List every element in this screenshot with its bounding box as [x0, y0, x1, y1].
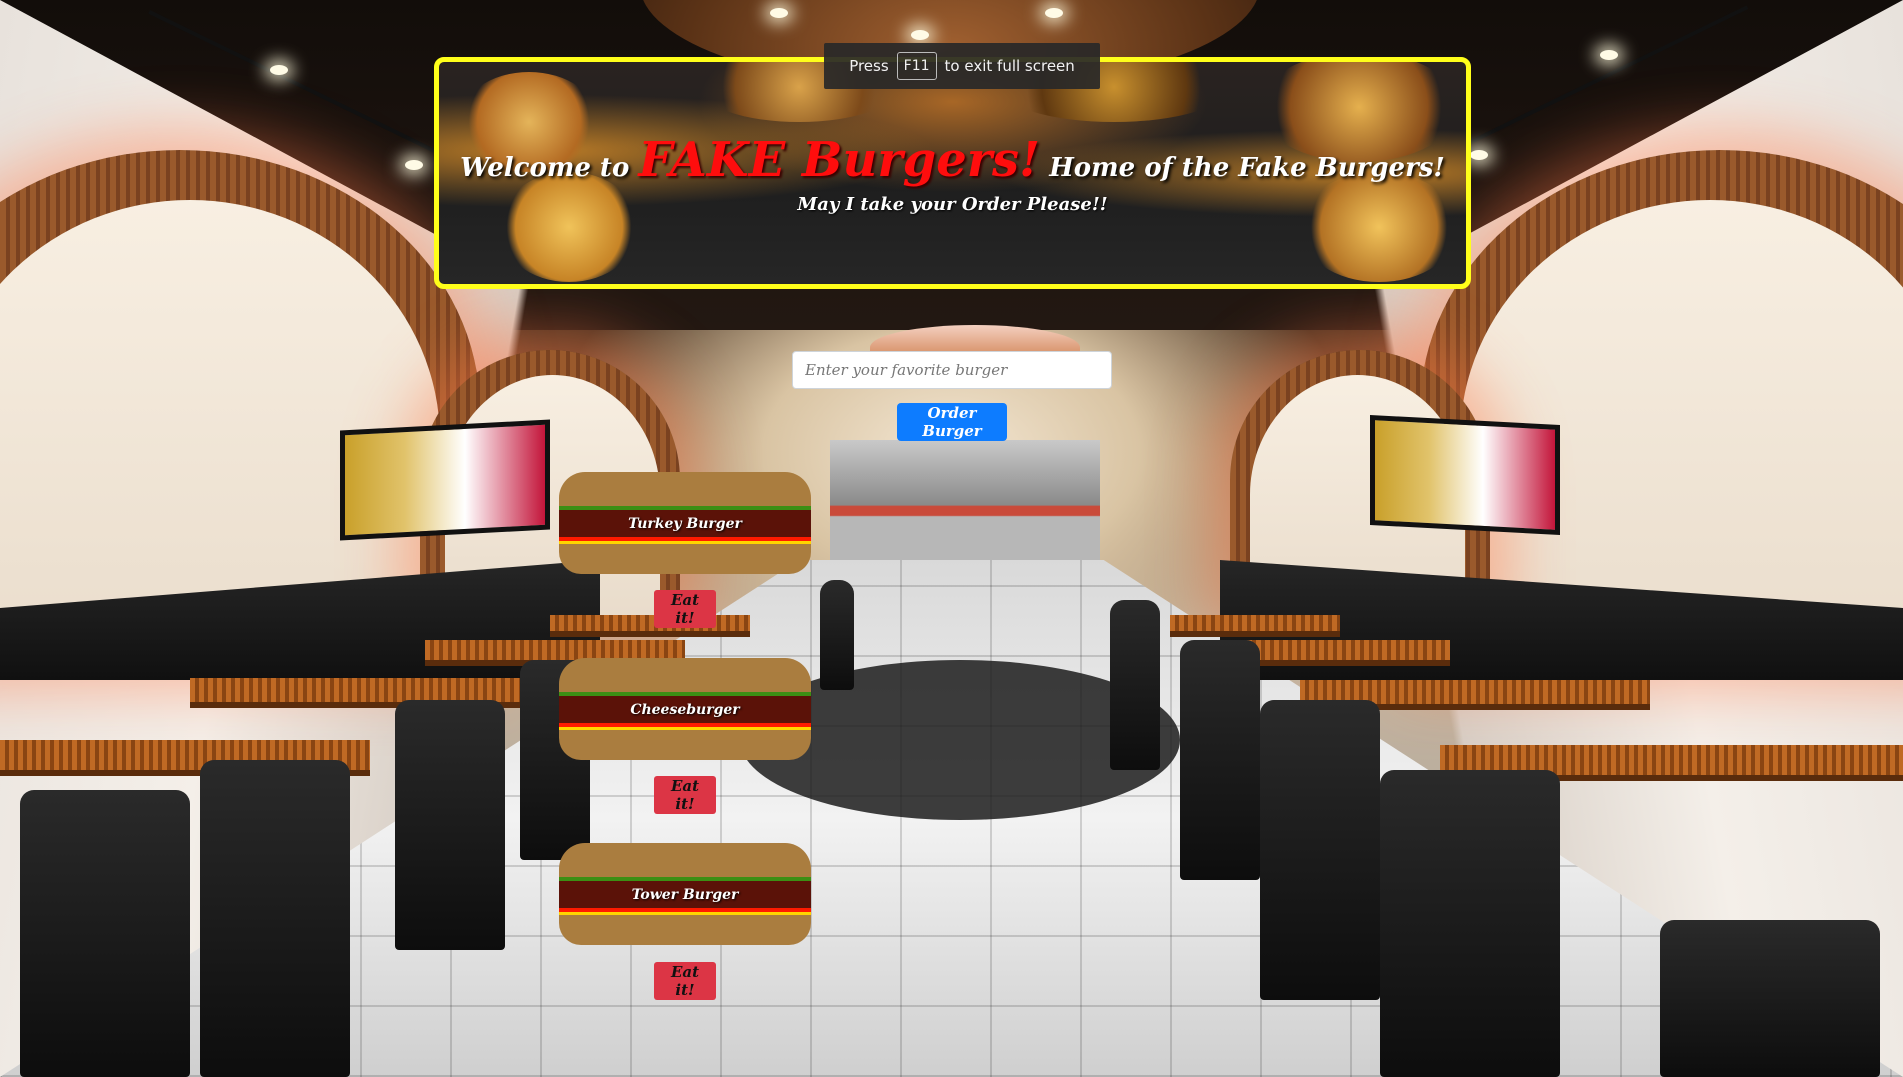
table	[1170, 615, 1340, 631]
tagline-text: Home of the Fake Burgers!	[1049, 153, 1445, 183]
chair	[820, 580, 854, 690]
burger-item: Turkey Burger	[559, 472, 811, 574]
welcome-text: Welcome to	[460, 153, 630, 183]
eat-it-button[interactable]: Eat it!	[654, 962, 716, 1000]
chair	[1660, 920, 1880, 1077]
menu-board-left	[340, 419, 550, 541]
chair	[1260, 700, 1380, 1000]
ceiling-light	[770, 8, 788, 18]
burger-name-input[interactable]	[792, 351, 1112, 389]
top-bun	[559, 658, 811, 696]
kitchen-counter	[830, 440, 1100, 570]
eat-it-button[interactable]: Eat it!	[654, 776, 716, 814]
menu-board-right	[1370, 415, 1560, 535]
burger-name: Turkey Burger	[559, 510, 811, 537]
fullscreen-notice-prefix: Press	[849, 57, 889, 75]
fullscreen-notice: Press F11 to exit full screen	[824, 43, 1100, 89]
chair	[1180, 640, 1260, 880]
ceiling-light	[1045, 8, 1063, 18]
chair	[1110, 600, 1160, 770]
table	[550, 615, 750, 631]
ceiling-light	[405, 160, 423, 170]
burger-item: Tower Burger	[559, 843, 811, 945]
banner-title: Welcome to FAKE Burgers! Home of the Fak…	[439, 132, 1466, 188]
bottom-bun	[559, 730, 811, 760]
table	[190, 678, 550, 702]
burger-name: Tower Burger	[559, 881, 811, 908]
fullscreen-notice-suffix: to exit full screen	[944, 57, 1075, 75]
bottom-bun	[559, 915, 811, 945]
ceiling-light	[270, 65, 288, 75]
chair	[20, 790, 190, 1077]
table	[425, 640, 685, 660]
chair	[200, 760, 350, 1077]
chair	[1380, 770, 1560, 1077]
ceiling-light	[1470, 150, 1488, 160]
fullscreen-key: F11	[896, 52, 937, 80]
brand-name: FAKE Burgers!	[638, 132, 1041, 188]
bottom-bun	[559, 544, 811, 574]
welcome-banner: Welcome to FAKE Burgers! Home of the Fak…	[434, 57, 1471, 289]
order-burger-button[interactable]: Order Burger	[897, 403, 1007, 441]
banner-subtitle: May I take your Order Please!!	[797, 194, 1108, 215]
ceiling-light	[1600, 50, 1618, 60]
burger-item: Cheeseburger	[559, 658, 811, 760]
banner-heading: Welcome to FAKE Burgers! Home of the Fak…	[439, 132, 1466, 215]
ceiling-light	[911, 30, 929, 40]
top-bun	[559, 472, 811, 510]
chair	[395, 700, 505, 950]
eat-it-button[interactable]: Eat it!	[654, 590, 716, 628]
top-bun	[559, 843, 811, 881]
burger-name: Cheeseburger	[559, 696, 811, 723]
